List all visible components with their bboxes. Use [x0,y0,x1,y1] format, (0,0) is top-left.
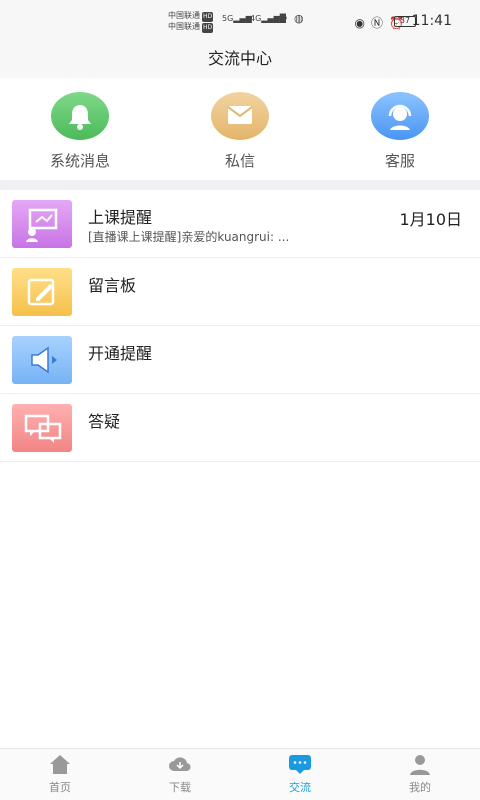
user-icon [408,753,432,775]
nfc-icon: Ⓝ [371,16,390,30]
list-item-date: 1月10日 [399,210,462,229]
message-list: 上课提醒 1月10日 [直播课上课提醒]亲爱的kuangrui: ... 留言板… [0,190,480,462]
nav-label: 下载 [169,781,191,794]
quick-entry-customer-service[interactable]: 客服 [350,92,450,171]
wechat-icon: ◍ [294,12,304,25]
list-item-message-board[interactable]: 留言板 [0,258,480,326]
section-divider [0,180,480,190]
list-item-class-reminder[interactable]: 上课提醒 1月10日 [直播课上课提醒]亲爱的kuangrui: ... [0,190,480,258]
list-item-preview: [直播课上课提醒]亲爱的kuangrui: ... [88,230,290,244]
list-item-activation-reminder[interactable]: 开通提醒 [0,326,480,394]
page-title: 交流中心 [207,49,272,68]
nav-label: 交流 [289,781,311,794]
nav-me[interactable]: 我的 [360,753,480,795]
envelope-icon [211,92,269,140]
cloud-download-icon [168,753,192,775]
nav-home[interactable]: 首页 [0,753,120,795]
quick-entry-label: 系统消息 [49,152,110,170]
hd-badge: HD [202,12,214,22]
signal-5g-icon: 5G▂▄▆ [222,14,252,23]
quick-entry-label: 私信 [224,152,255,170]
home-icon [48,753,72,775]
quick-entry-label: 客服 [384,152,415,170]
chat-bubbles-icon [12,404,72,452]
bell-icon [51,92,109,140]
nav-communication[interactable]: 交流 [240,753,360,795]
headset-icon [371,92,429,140]
carrier-1: 中国联通 [168,11,200,20]
quick-entry-private-messages[interactable]: 私信 [190,92,290,171]
chat-icon [288,753,312,775]
status-time: 11:41 [411,13,452,29]
speaker-icon [12,336,72,384]
nav-label: 首页 [49,781,71,794]
list-item-title: 上课提醒 [88,208,153,227]
list-item-title: 答疑 [88,412,121,431]
list-item-title: 留言板 [88,276,137,295]
eye-icon: ◉ [354,16,372,30]
nav-label: 我的 [409,781,431,794]
presentation-icon [12,200,72,248]
bottom-nav: 首页 下载 交流 我的 [0,748,480,800]
note-pen-icon [12,268,72,316]
carrier-2: 中国联通 [168,22,200,31]
hd-badge: HD [202,23,214,33]
list-item-qa[interactable]: 答疑 [0,394,480,462]
wifi-icon: ◠ [278,12,288,25]
page-header: 交流中心 [0,44,480,78]
quick-entry-system-messages[interactable]: 系统消息 [30,92,130,171]
quick-entries: 系统消息 私信 客服 [0,78,480,180]
status-bar: 中国联通 HD 中国联通 HD 5G▂▄▆ 4G▂▄▆█ ◠ ◍ ◉Ⓝ⏰ 37 11… [0,0,480,44]
list-item-title: 开通提醒 [88,344,153,363]
nav-download[interactable]: 下载 [120,753,240,795]
carrier-info: 中国联通 HD 中国联通 HD [168,11,214,33]
